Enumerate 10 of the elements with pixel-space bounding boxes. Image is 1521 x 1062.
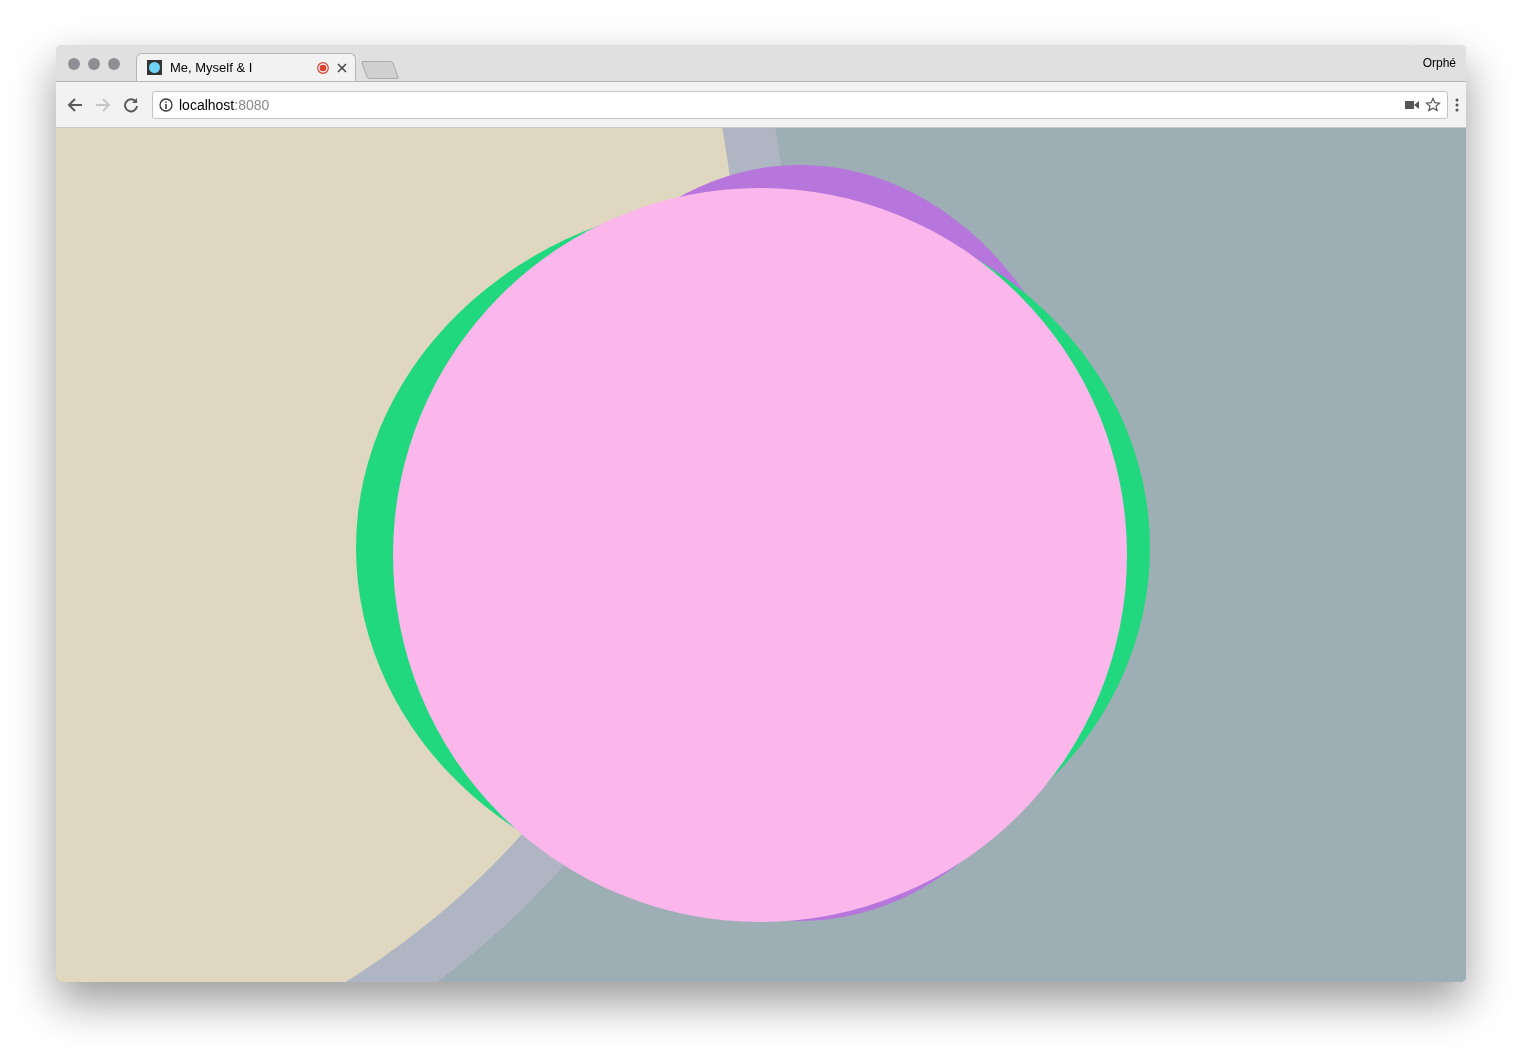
browser-tab[interactable]: Me, Myself & I [136,53,356,81]
info-icon[interactable] [159,97,173,112]
video-camera-icon[interactable] [1405,99,1419,110]
favicon-icon [147,60,162,75]
profile-name[interactable]: Orphé [1422,56,1456,70]
address-bar[interactable]: localhost:8080 [152,90,1448,119]
url-text: localhost:8080 [179,96,271,113]
menu-icon[interactable] [1454,96,1460,113]
star-icon[interactable] [1425,96,1441,113]
close-icon[interactable] [337,62,347,73]
